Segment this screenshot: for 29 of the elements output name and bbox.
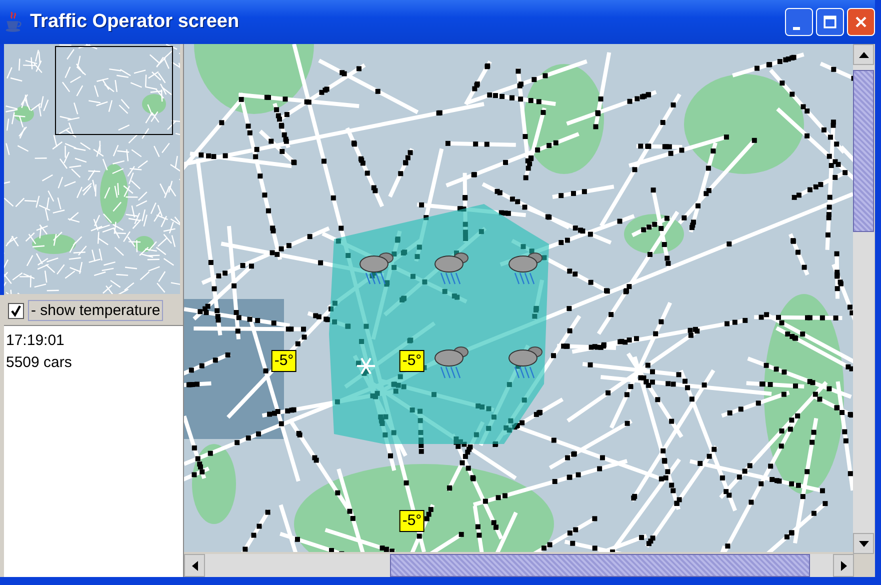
- close-button[interactable]: [847, 8, 875, 36]
- down-triangle-icon: [858, 540, 868, 546]
- vertical-scrollbar[interactable]: [853, 44, 874, 554]
- temperature-label: -5°: [399, 510, 425, 532]
- scroll-down-button[interactable]: [853, 533, 874, 554]
- scroll-thumb[interactable]: [853, 70, 874, 232]
- maximize-button[interactable]: [816, 8, 844, 36]
- checkbox[interactable]: [8, 302, 24, 318]
- scroll-left-button[interactable]: [184, 554, 205, 577]
- coffee-cup-icon: [4, 11, 22, 33]
- temperature-label: -5°: [399, 350, 425, 372]
- up-triangle-icon: [858, 52, 868, 58]
- horizontal-scrollbar[interactable]: [184, 554, 854, 577]
- left-triangle-icon: [192, 560, 198, 570]
- right-triangle-icon: [840, 560, 846, 570]
- viewport-frame[interactable]: [55, 46, 173, 135]
- scroll-right-button[interactable]: [833, 554, 854, 577]
- scroll-up-button[interactable]: [853, 44, 874, 65]
- minimize-button[interactable]: [785, 8, 813, 36]
- window-title: Traffic Operator screen: [30, 11, 240, 33]
- minimize-icon: [792, 26, 800, 30]
- temperature-label: -5°: [271, 350, 297, 372]
- map-thumbnail-drawing[interactable]: [4, 44, 180, 294]
- status-line: 17:19:01: [6, 331, 66, 351]
- status-line: 5509 cars: [6, 353, 73, 373]
- show-temperature-label[interactable]: - show temperature: [28, 300, 164, 321]
- maximize-icon: [821, 13, 839, 31]
- scroll-thumb[interactable]: [390, 554, 810, 577]
- street-map-drawing[interactable]: [184, 44, 853, 552]
